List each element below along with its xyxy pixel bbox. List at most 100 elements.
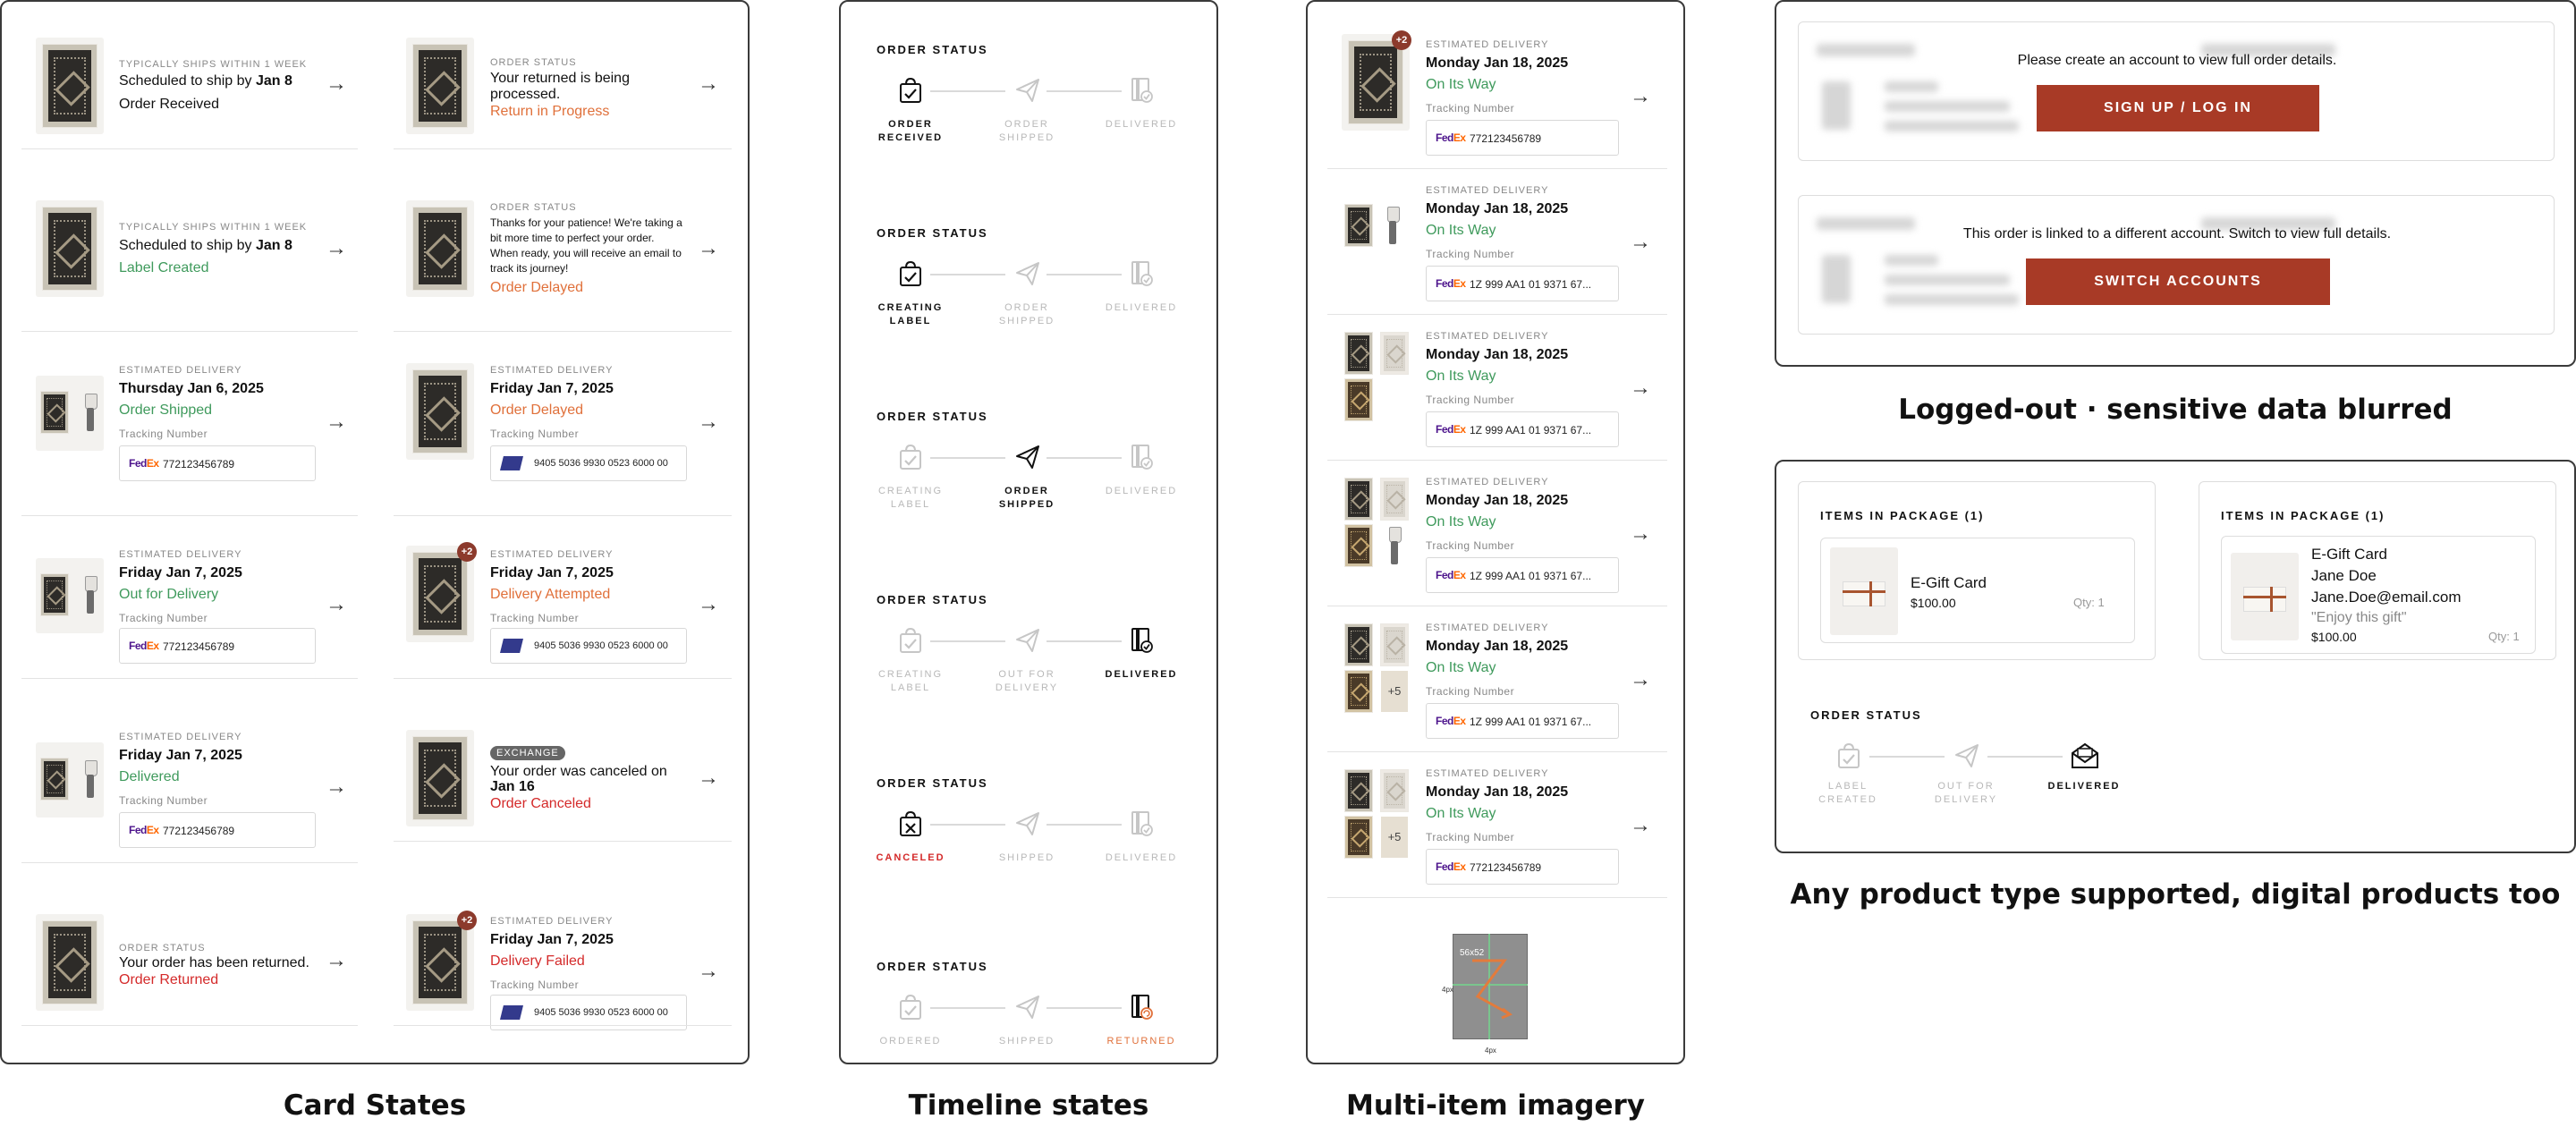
timeline-step-label: ORDER SHIPPED xyxy=(998,302,1055,326)
arrow-right-icon[interactable]: → xyxy=(1630,669,1651,691)
status-text: On Its Way xyxy=(1426,77,1496,92)
package-icon xyxy=(1129,810,1154,837)
tracking-box[interactable]: FedEx 1Z 999 AA1 01 9371 67... xyxy=(1426,557,1619,593)
tracking-number: 1Z 999 AA1 01 9371 67... xyxy=(1470,278,1592,291)
card-label: ESTIMATED DELIVERY xyxy=(119,365,242,376)
rug-image xyxy=(1380,623,1409,666)
tracking-box[interactable]: FedEx 1Z 999 AA1 01 9371 67... xyxy=(1426,266,1619,301)
rug-image xyxy=(1344,623,1373,666)
divider xyxy=(1327,897,1667,898)
caption-multi-item: Multi-item imagery xyxy=(1346,1089,1645,1122)
arrow-right-icon[interactable]: → xyxy=(1630,523,1651,545)
paper-plane-icon xyxy=(1014,994,1039,1021)
tracking-box[interactable]: 9405 5036 9930 0523 6000 00 xyxy=(490,628,687,664)
status-text: Order Delayed xyxy=(490,402,584,418)
delivery-date: Monday Jan 18, 2025 xyxy=(1426,784,1569,800)
fedex-logo: FedEx xyxy=(1436,569,1466,581)
check-bag-icon xyxy=(1834,742,1864,769)
rug-image xyxy=(412,552,468,636)
timeline-step-label: RETURNED xyxy=(1106,1036,1176,1046)
item-qty: Qty: 1 xyxy=(2488,630,2520,643)
tracking-label: Tracking Number xyxy=(1426,394,1515,406)
arrow-right-icon[interactable]: → xyxy=(326,73,347,95)
arrow-right-icon[interactable]: → xyxy=(698,73,719,95)
tracking-box[interactable]: 9405 5036 9930 0523 6000 00 xyxy=(490,445,687,481)
delivery-date: Friday Jan 7, 2025 xyxy=(119,748,242,763)
package-icon xyxy=(1129,77,1154,104)
usps-logo xyxy=(500,639,523,653)
package-item: E-Gift Card $100.00 Qty: 1 xyxy=(1820,538,2135,643)
tracking-box[interactable]: FedEx 1Z 999 AA1 01 9371 67... xyxy=(1426,411,1619,447)
arrow-right-icon[interactable]: → xyxy=(698,411,719,433)
divider xyxy=(1327,751,1667,752)
arrow-right-icon[interactable]: → xyxy=(698,238,719,259)
package-box: ITEMS IN PACKAGE (1) E-Gift Card $100.00… xyxy=(1798,481,2156,660)
rug-image xyxy=(1344,670,1373,713)
switch-accounts-button[interactable]: SWITCH ACCOUNTS xyxy=(2026,258,2330,305)
caption-card-states: Card States xyxy=(283,1089,467,1122)
login-message: Please create an account to view full or… xyxy=(2017,53,2337,68)
timeline-step-label: CANCELED xyxy=(876,852,945,863)
tracking-box[interactable]: FedEx 772123456789 xyxy=(119,445,316,481)
status-text: On Its Way xyxy=(1426,514,1496,530)
timeline-connector xyxy=(1046,1007,1122,1009)
delivery-date: Friday Jan 7, 2025 xyxy=(490,932,614,947)
card-label: ORDER STATUS xyxy=(119,943,206,953)
rug-image xyxy=(412,369,468,453)
gift-card-image xyxy=(1830,547,1898,635)
arrow-right-icon[interactable]: → xyxy=(698,767,719,789)
fedex-logo: FedEx xyxy=(1436,715,1466,727)
arrow-right-icon[interactable]: → xyxy=(1630,232,1651,253)
status-text: On Its Way xyxy=(1426,369,1496,384)
paper-plane-icon xyxy=(1952,742,1982,769)
tracking-box[interactable]: FedEx 772123456789 xyxy=(119,628,316,664)
arrow-right-icon[interactable]: → xyxy=(326,594,347,615)
delivery-date: Monday Jan 18, 2025 xyxy=(1426,55,1569,71)
arrow-right-icon[interactable]: → xyxy=(1630,377,1651,399)
sign-up-login-button[interactable]: SIGN UP / LOG IN xyxy=(2037,85,2319,131)
rug-image xyxy=(1344,816,1373,859)
ship-date: Jan 8 xyxy=(256,73,292,89)
tracking-box[interactable]: FedEx 772123456789 xyxy=(1426,849,1619,885)
item-name: E-Gift Card xyxy=(1911,574,1987,591)
fedex-logo: FedEx xyxy=(129,824,159,836)
timeline-step-label: ORDER SHIPPED xyxy=(998,119,1055,143)
card-label: TYPICALLY SHIPS WITHIN 1 WEEK xyxy=(119,59,308,70)
tracking-box[interactable]: FedEx 772123456789 xyxy=(119,812,316,848)
timeline-step-label: OUT FOR DELIVERY xyxy=(995,669,1059,693)
timeline-title: ORDER STATUS xyxy=(877,776,988,790)
switch-account-message: This order is linked to a different acco… xyxy=(1962,226,2392,242)
digital-product-panel: ITEMS IN PACKAGE (1) E-Gift Card $100.00… xyxy=(1775,460,2576,853)
tracking-label: Tracking Number xyxy=(119,794,208,807)
arrow-right-icon[interactable]: → xyxy=(326,950,347,971)
arrow-right-icon[interactable]: → xyxy=(698,961,719,982)
tracking-box[interactable]: FedEx 1Z 999 AA1 01 9371 67... xyxy=(1426,703,1619,739)
divider xyxy=(21,1025,358,1026)
gift-note: "Enjoy this gift" xyxy=(2311,610,2407,625)
arrow-right-icon[interactable]: → xyxy=(326,238,347,259)
card-states-panel: TYPICALLY SHIPS WITHIN 1 WEEK Scheduled … xyxy=(0,0,750,1064)
card-label: ESTIMATED DELIVERY xyxy=(1426,477,1549,487)
arrow-right-icon[interactable]: → xyxy=(1630,86,1651,107)
timeline-connector xyxy=(1987,756,2063,758)
timeline-step-label: DELIVERED xyxy=(1105,852,1178,863)
arrow-right-icon[interactable]: → xyxy=(326,776,347,798)
timeline-connector xyxy=(930,90,1005,92)
paper-plane-icon xyxy=(1014,444,1039,470)
tracking-number: 9405 5036 9930 0523 6000 00 xyxy=(534,1007,668,1018)
divider xyxy=(394,841,732,842)
lamp-image xyxy=(84,760,97,801)
divider xyxy=(21,331,358,332)
tracking-label: Tracking Number xyxy=(119,428,208,440)
card-text: Your returned is being xyxy=(490,71,630,86)
card-label: ESTIMATED DELIVERY xyxy=(1426,185,1549,196)
rug-image xyxy=(40,391,69,434)
arrow-right-icon[interactable]: → xyxy=(326,411,347,433)
tracking-number: 9405 5036 9930 0523 6000 00 xyxy=(534,458,668,469)
card-text: Your order has been returned. xyxy=(119,955,309,970)
fedex-logo: FedEx xyxy=(1436,860,1466,873)
timeline-connector xyxy=(930,824,1005,826)
arrow-right-icon[interactable]: → xyxy=(698,594,719,615)
arrow-right-icon[interactable]: → xyxy=(1630,815,1651,836)
tracking-box[interactable]: FedEx 772123456789 xyxy=(1426,120,1619,156)
